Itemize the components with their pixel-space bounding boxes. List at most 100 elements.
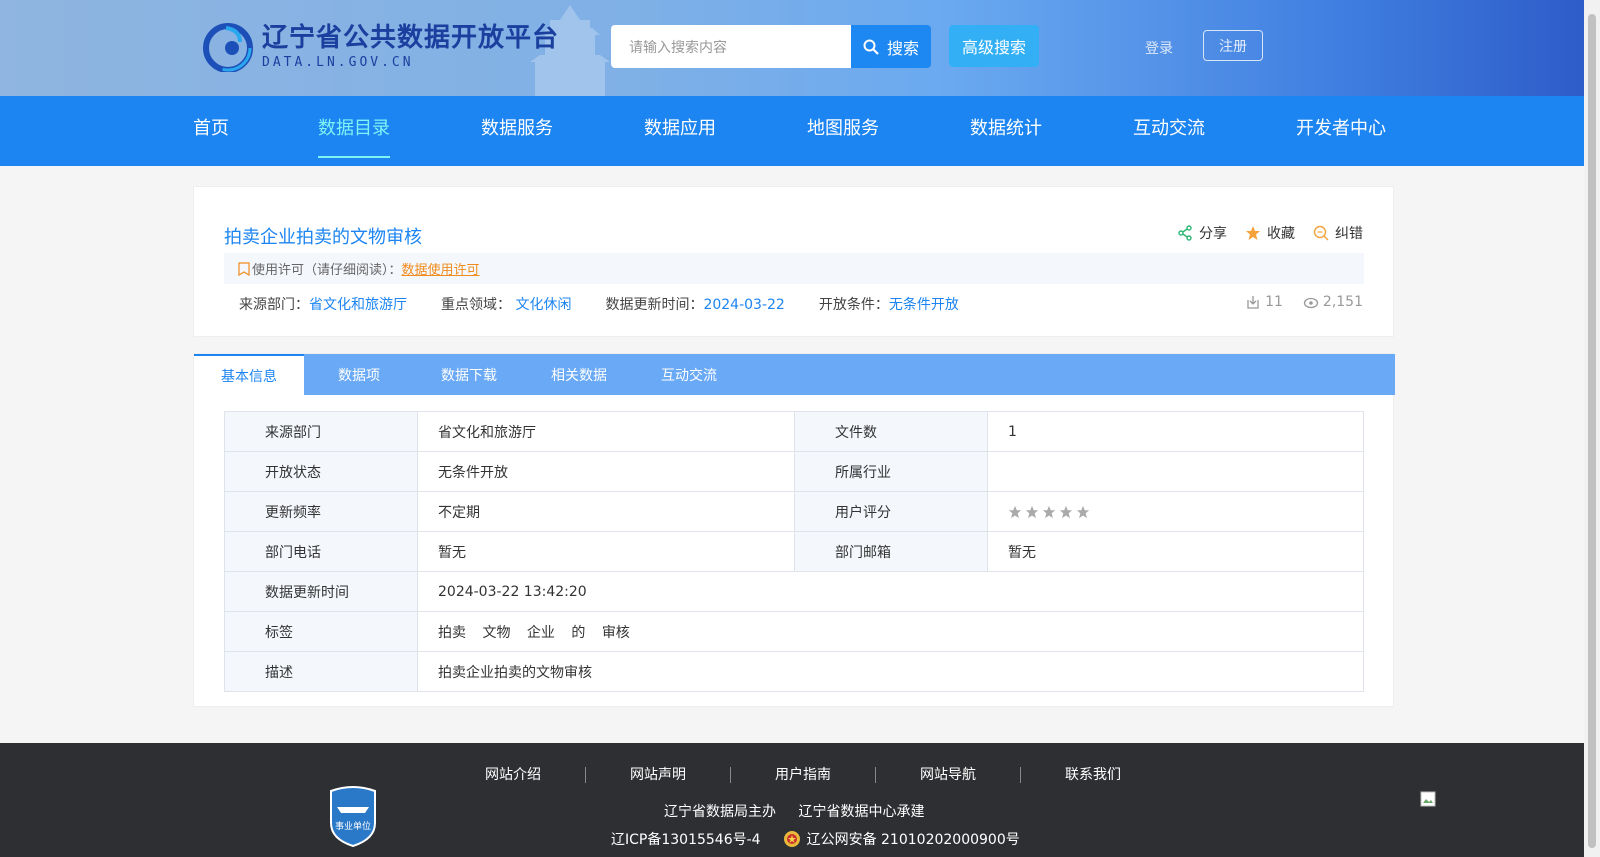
search-input[interactable]: 请输入搜索内容 [611, 25, 851, 68]
nav-item-interaction[interactable]: 互动交流 [1133, 96, 1205, 166]
tab-basic-info[interactable]: 基本信息 [194, 354, 304, 395]
info-value: 拍卖企业拍卖的文物审核 [417, 651, 1364, 692]
footer-links: 网站介绍 网站声明 用户指南 网站导航 联系我们 [485, 767, 1165, 783]
info-key: 所属行业 [794, 451, 988, 492]
dataset-summary-card: 拍卖企业拍卖的文物审核 分享 收藏 纠错 使用许可（请仔细阅读）： 数据使用许可… [193, 186, 1394, 337]
info-value: 暂无 [417, 531, 795, 572]
info-key: 文件数 [794, 411, 988, 452]
page-scrollbar[interactable] [1584, 0, 1600, 857]
tab-data-items[interactable]: 数据项 [304, 354, 414, 395]
public-institution-badge-icon[interactable]: 事业单位 [327, 785, 379, 847]
nav-item-map-services[interactable]: 地图服务 [807, 96, 879, 166]
tag[interactable]: 审核 [602, 625, 630, 641]
info-value: 省文化和旅游厅 [417, 411, 795, 452]
tab-related-data[interactable]: 相关数据 [524, 354, 634, 395]
scrollbar-thumb[interactable] [1588, 14, 1596, 848]
table-row: 更新频率 不定期 用户评分 [224, 491, 1364, 532]
search-button[interactable]: 搜索 [851, 25, 931, 68]
site-logo[interactable]: 辽宁省公共数据开放平台 DATA.LN.GOV.CN [202, 20, 559, 72]
license-label: 使用许可（请仔细阅读）： [252, 263, 402, 278]
table-row: 部门电话 暂无 部门邮箱 暂无 [224, 531, 1364, 572]
info-key: 用户评分 [794, 491, 988, 532]
star-icon [1246, 226, 1260, 240]
eye-icon [1303, 297, 1319, 309]
tag[interactable]: 拍卖 [438, 625, 466, 641]
share-label: 分享 [1199, 226, 1227, 242]
share-button[interactable]: 分享 [1177, 223, 1227, 243]
view-count: 2,151 [1303, 294, 1363, 310]
meta-open-condition: 开放条件：无条件开放 [818, 297, 959, 313]
info-key: 标签 [224, 611, 418, 652]
report-error-button[interactable]: 纠错 [1313, 223, 1363, 243]
favorite-button[interactable]: 收藏 [1245, 223, 1295, 243]
register-button[interactable]: 注册 [1203, 30, 1263, 61]
bookmark-icon [238, 261, 250, 276]
nav-item-data-applications[interactable]: 数据应用 [644, 96, 716, 166]
footer-registration: 辽ICP备13015546号-4 辽公网安备 21010202000900号 [611, 829, 1020, 849]
info-key: 部门邮箱 [794, 531, 988, 572]
site-header: 辽宁省公共数据开放平台 DATA.LN.GOV.CN 请输入搜索内容 搜索 高级… [0, 0, 1584, 96]
broken-image-icon [1420, 791, 1436, 807]
tab-interaction[interactable]: 互动交流 [634, 354, 744, 395]
footer-link-sitemap[interactable]: 网站导航 [875, 767, 1020, 783]
footer-link-statement[interactable]: 网站声明 [585, 767, 730, 783]
footer-host: 辽宁省数据局主办 [664, 804, 776, 820]
info-key: 描述 [224, 651, 418, 692]
nav-item-home[interactable]: 首页 [193, 96, 229, 166]
info-value [987, 451, 1364, 492]
nav-item-data-catalog[interactable]: 数据目录 [318, 96, 390, 166]
dataset-title: 拍卖企业拍卖的文物审核 [224, 227, 422, 248]
nav-item-data-services[interactable]: 数据服务 [481, 96, 553, 166]
tab-data-download[interactable]: 数据下载 [414, 354, 524, 395]
info-key: 来源部门 [224, 411, 418, 452]
rating-stars[interactable] [1008, 505, 1343, 519]
logo-title: 辽宁省公共数据开放平台 [262, 22, 560, 53]
nav-item-developer-center[interactable]: 开发者中心 [1296, 96, 1386, 166]
tag[interactable]: 的 [571, 625, 585, 641]
license-bar: 使用许可（请仔细阅读）： 数据使用许可 [224, 253, 1364, 284]
table-row: 数据更新时间 2024-03-22 13:42:20 [224, 571, 1364, 612]
download-count: 11 [1245, 294, 1283, 310]
info-value: 2024-03-22 13:42:20 [417, 571, 1364, 612]
site-footer: 事业单位 网站介绍 网站声明 用户指南 网站导航 联系我们 辽宁省数据局主办 辽… [0, 743, 1584, 857]
report-label: 纠错 [1335, 226, 1363, 242]
footer-operator: 辽宁省数据中心承建 [798, 804, 925, 820]
footer-link-about[interactable]: 网站介绍 [485, 767, 585, 783]
police-record-link[interactable]: 辽公网安备 21010202000900号 [807, 829, 1020, 849]
table-row: 来源部门 省文化和旅游厅 文件数 1 [224, 411, 1364, 452]
meta-domain: 重点领域： 文化休闲 [441, 297, 572, 313]
license-link[interactable]: 数据使用许可 [402, 259, 480, 278]
report-icon [1313, 225, 1329, 241]
tag[interactable]: 文物 [482, 625, 510, 641]
meta-source: 来源部门：省文化和旅游厅 [239, 297, 407, 313]
footer-org: 辽宁省数据局主办 辽宁省数据中心承建 [664, 801, 942, 821]
dataset-actions: 分享 收藏 纠错 [1177, 223, 1363, 243]
star-icon [1025, 505, 1039, 518]
download-icon [1247, 296, 1259, 309]
logo-subtitle: DATA.LN.GOV.CN [262, 54, 414, 70]
star-icon [1076, 505, 1090, 518]
police-emblem-icon [783, 831, 800, 847]
domain-link[interactable]: 文化休闲 [515, 297, 571, 313]
nav-item-data-statistics[interactable]: 数据统计 [970, 96, 1042, 166]
dataset-stats: 11 2,151 [1245, 294, 1363, 310]
footer-link-guide[interactable]: 用户指南 [730, 767, 875, 783]
detail-tabs: 基本信息 数据项 数据下载 相关数据 互动交流 [194, 354, 1395, 395]
table-row: 开放状态 无条件开放 所属行业 [224, 451, 1364, 492]
rating-cell [987, 491, 1364, 532]
info-value: 不定期 [417, 491, 795, 532]
advanced-search-button[interactable]: 高级搜索 [949, 25, 1039, 67]
login-link[interactable]: 登录 [1145, 38, 1173, 58]
tag[interactable]: 企业 [527, 625, 555, 641]
source-dept-link[interactable]: 省文化和旅游厅 [309, 297, 407, 313]
dataset-detail-panel: 基本信息 数据项 数据下载 相关数据 互动交流 来源部门 省文化和旅游厅 文件数… [193, 353, 1395, 707]
footer-link-contact[interactable]: 联系我们 [1020, 767, 1165, 783]
icp-link[interactable]: 辽ICP备13015546号-4 [611, 829, 761, 849]
search-placeholder: 请输入搜索内容 [629, 39, 727, 56]
main-nav: 首页 数据目录 数据服务 数据应用 地图服务 数据统计 互动交流 开发者中心 [0, 96, 1584, 166]
share-icon [1178, 225, 1192, 241]
table-row: 描述 拍卖企业拍卖的文物审核 [224, 651, 1364, 692]
info-key: 开放状态 [224, 451, 418, 492]
tags-cell: 拍卖 文物 企业 的 审核 [417, 611, 1364, 652]
logo-emblem-icon [203, 23, 253, 72]
